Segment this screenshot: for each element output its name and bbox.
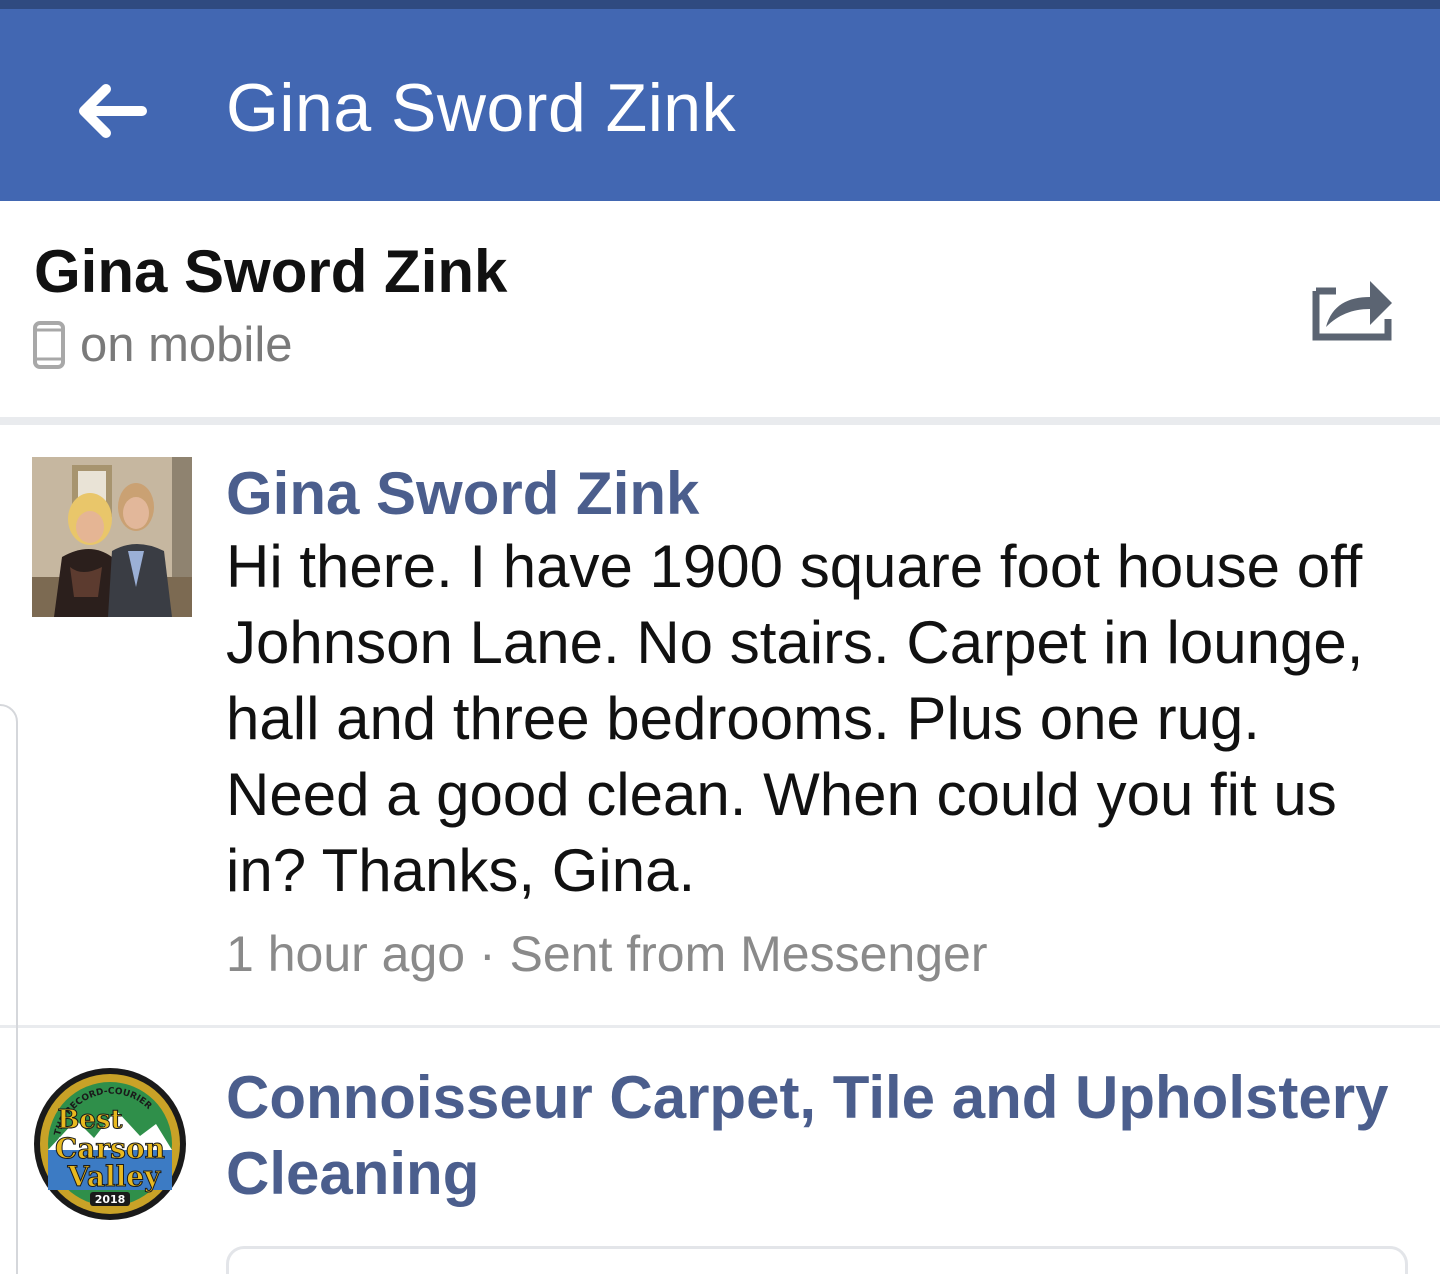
presence-status: on mobile — [32, 317, 292, 373]
message-body: Hi there. I have 1900 square foot house … — [226, 533, 1364, 904]
sender-name[interactable]: Connoisseur Carpet, Tile and Upholstery … — [226, 1060, 1406, 1212]
share-button[interactable] — [1310, 273, 1394, 343]
status-strip — [0, 0, 1440, 9]
svg-text:Best: Best — [57, 1105, 122, 1135]
message-item: THE RECORD-COURIER Best of Carson Valley… — [0, 1028, 1440, 1274]
section-divider — [0, 417, 1440, 425]
app-bar: Gina Sword Zink — [0, 9, 1440, 201]
share-icon — [1312, 281, 1392, 341]
thread-name[interactable]: Gina Sword Zink — [34, 237, 507, 306]
sender-name[interactable]: Gina Sword Zink — [226, 459, 699, 528]
reply-box[interactable] — [226, 1246, 1408, 1274]
arrow-left-icon — [79, 84, 147, 138]
svg-text:2018: 2018 — [95, 1193, 126, 1206]
best-of-carson-valley-logo: THE RECORD-COURIER Best of Carson Valley… — [34, 1068, 186, 1220]
mobile-phone-icon — [33, 321, 65, 369]
sender-avatar[interactable] — [32, 457, 192, 617]
presence-label: on mobile — [80, 318, 293, 372]
message-meta: 1 hour ago · Sent from Messenger — [226, 926, 988, 982]
message-item: Gina Sword Zink Hi there. I have 1900 sq… — [0, 425, 1440, 1025]
app-bar-title: Gina Sword Zink — [226, 70, 737, 146]
avatar-photo-icon — [32, 457, 192, 617]
side-panel-edge — [0, 704, 18, 1274]
thread-header: Gina Sword Zink on mobile — [0, 201, 1440, 417]
back-button[interactable] — [62, 71, 162, 151]
svg-text:Valley: Valley — [67, 1160, 161, 1193]
page-avatar[interactable]: THE RECORD-COURIER Best of Carson Valley… — [32, 1066, 188, 1222]
